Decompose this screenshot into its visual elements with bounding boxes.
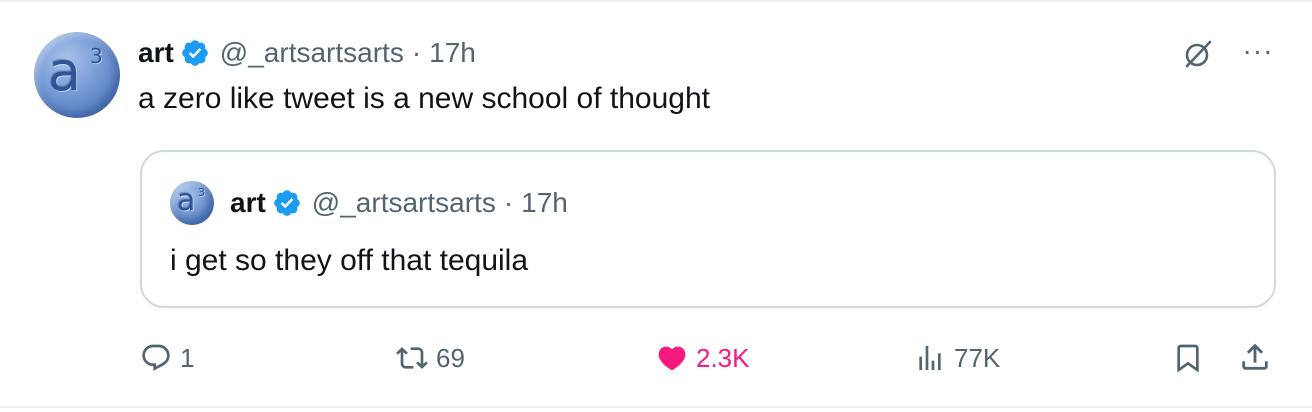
quote-header: art @_artsartsarts · 17h xyxy=(230,184,568,222)
quote-avatar-superscript: 3 xyxy=(198,186,205,199)
quote-separator-dot: · xyxy=(503,187,514,218)
divider-top xyxy=(0,0,1312,2)
separator-dot: · xyxy=(411,37,422,68)
tweet: a 3 art @_artsartsarts · 17h ··· a zero … xyxy=(0,0,1312,412)
quote-author-handle: @_artsartsarts xyxy=(311,187,496,218)
verified-badge-icon[interactable] xyxy=(180,38,210,68)
grok-icon[interactable] xyxy=(1182,38,1214,70)
verified-badge-icon xyxy=(272,188,302,218)
retweet-count: 69 xyxy=(436,342,465,373)
quote-timestamp: 17h xyxy=(521,187,568,218)
reply-button[interactable]: 1 xyxy=(140,338,194,378)
reply-icon xyxy=(140,342,172,374)
views-icon xyxy=(914,342,946,374)
avatar[interactable]: a 3 xyxy=(34,32,120,118)
quote-avatar-glyph: a xyxy=(177,183,196,218)
like-button[interactable]: 2.3K xyxy=(656,338,750,378)
more-icon[interactable]: ··· xyxy=(1240,36,1276,66)
heart-icon xyxy=(656,342,688,374)
retweet-icon xyxy=(396,342,428,374)
views-button[interactable]: 77K xyxy=(914,338,1000,378)
divider-bottom xyxy=(0,406,1312,408)
author-name[interactable]: art xyxy=(138,37,174,69)
views-count: 77K xyxy=(954,342,1001,373)
quote-tweet-card[interactable] xyxy=(140,150,1276,308)
quote-author-name: art xyxy=(230,187,266,218)
tweet-text: a zero like tweet is a new school of tho… xyxy=(138,82,710,115)
reply-count: 1 xyxy=(180,342,195,373)
retweet-button[interactable]: 69 xyxy=(396,338,465,378)
timestamp[interactable]: 17h xyxy=(429,37,476,69)
quote-avatar[interactable]: a 3 xyxy=(170,181,214,225)
tweet-header: art @_artsartsarts · 17h xyxy=(138,33,476,73)
share-icon[interactable] xyxy=(1238,338,1272,376)
like-count: 2.3K xyxy=(696,342,750,373)
avatar-superscript: 3 xyxy=(90,44,103,68)
author-handle[interactable]: @_artsartsarts xyxy=(220,37,404,69)
avatar-glyph: a xyxy=(48,40,82,103)
bookmark-icon[interactable] xyxy=(1172,340,1204,376)
quote-text: i get so they off that tequila xyxy=(170,244,529,277)
